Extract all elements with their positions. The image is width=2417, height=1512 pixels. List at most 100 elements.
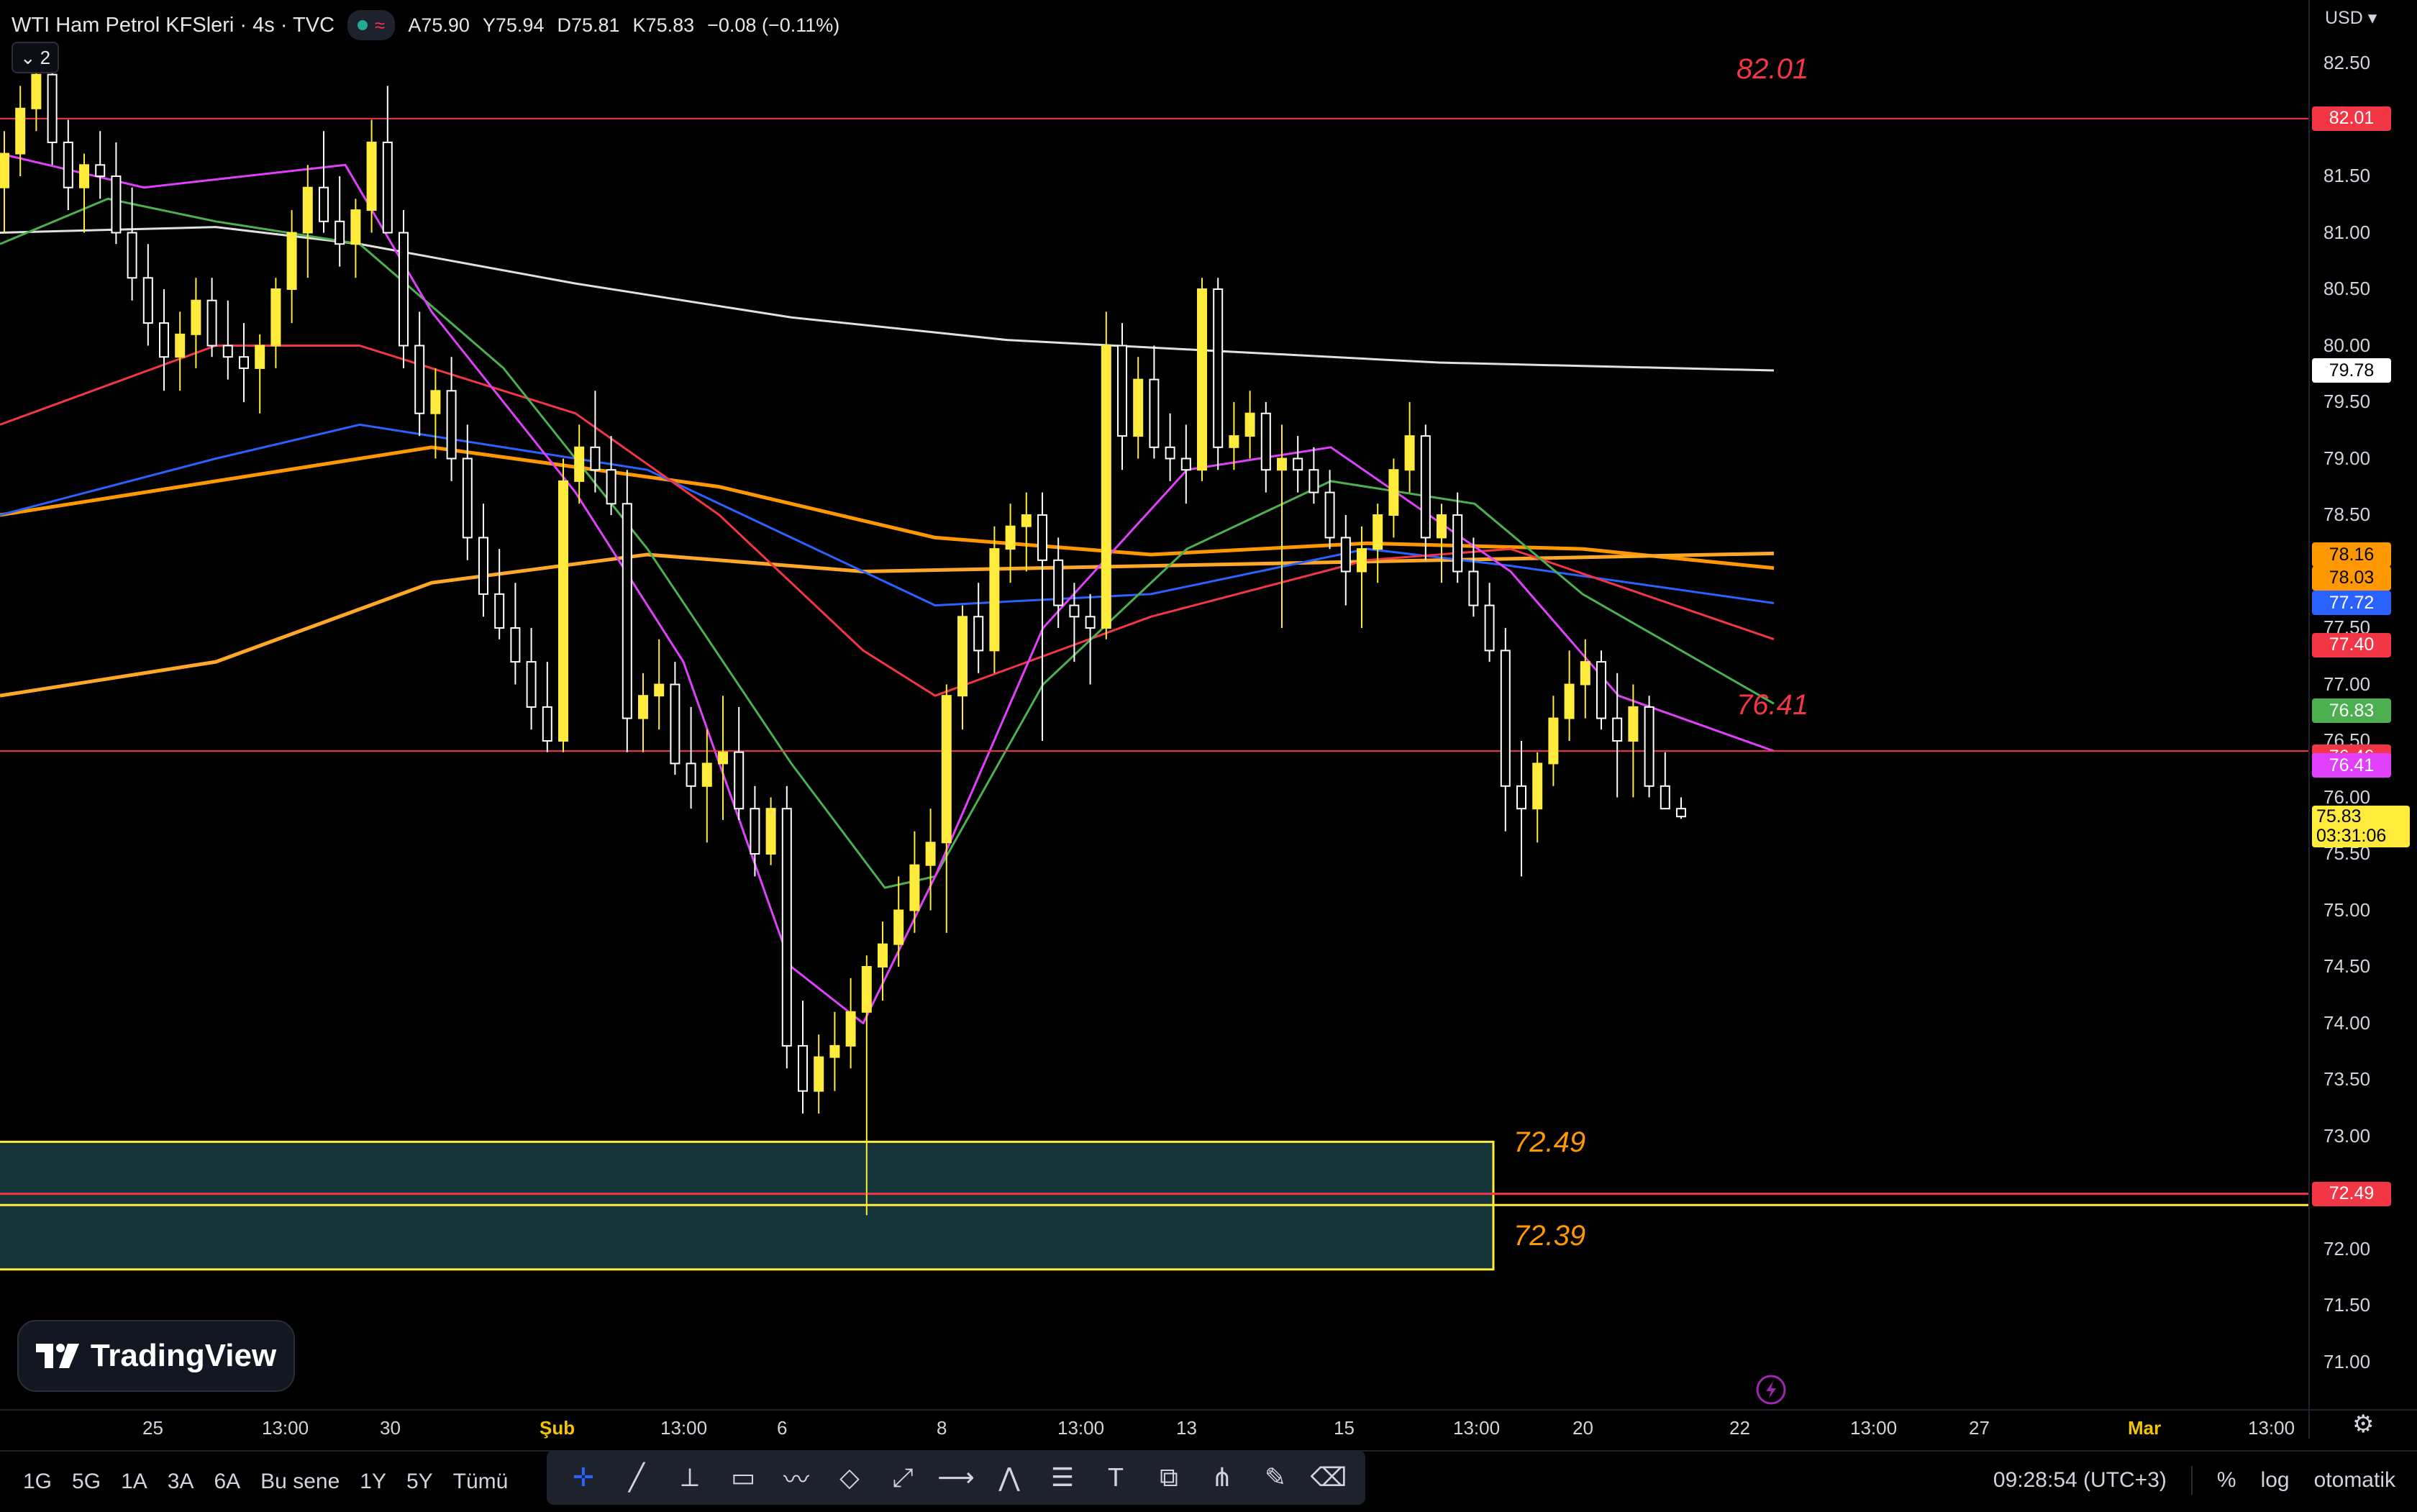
candle xyxy=(542,662,552,752)
candle xyxy=(142,244,153,346)
symbol-title[interactable]: WTI Ham Petrol KFSleri · 4s · TVC xyxy=(12,14,334,37)
candle xyxy=(1005,504,1016,583)
candle xyxy=(319,131,329,233)
currency-selector[interactable]: USD ▾ xyxy=(2325,7,2377,29)
candle xyxy=(1244,391,1255,459)
timeframe-5y[interactable]: 5Y xyxy=(406,1470,433,1494)
price-tag: 72.49 xyxy=(2312,1181,2391,1206)
price-tick: 74.50 xyxy=(2323,955,2371,977)
tradingview-logo[interactable]: TradingView xyxy=(17,1320,295,1392)
candle xyxy=(1133,357,1144,459)
candle xyxy=(510,583,521,685)
candle xyxy=(1644,696,1654,798)
brush-icon[interactable]: 〰 xyxy=(773,1454,820,1501)
price-tag: 76.41 xyxy=(2312,753,2391,778)
price-tick: 79.50 xyxy=(2323,391,2371,412)
market-status-pill[interactable]: ≈ xyxy=(347,10,396,40)
log-toggle[interactable]: log xyxy=(2261,1468,2290,1493)
percent-toggle[interactable]: % xyxy=(2217,1468,2236,1493)
timeframe-1g[interactable]: 1G xyxy=(23,1470,52,1494)
candle xyxy=(989,526,1000,673)
candle xyxy=(159,289,169,391)
current-price: 75.83 xyxy=(2316,806,2362,826)
clock[interactable]: 09:28:54 (UTC+3) xyxy=(1993,1468,2167,1493)
price-tick: 71.00 xyxy=(2323,1350,2371,1372)
price-tick: 74.00 xyxy=(2323,1011,2371,1034)
candle xyxy=(686,706,696,809)
fib-icon[interactable]: ⟂ xyxy=(666,1454,714,1501)
candle xyxy=(1180,424,1191,504)
timeframe-3a[interactable]: 3A xyxy=(168,1470,194,1494)
price-tag: 78.03 xyxy=(2312,565,2391,591)
timeframe-1a[interactable]: 1A xyxy=(121,1470,147,1494)
timeframe-6a[interactable]: 6A xyxy=(214,1470,240,1494)
crosshair-icon[interactable]: ✛ xyxy=(560,1454,607,1501)
rectangle-icon[interactable]: ▭ xyxy=(719,1454,767,1501)
bottom-right-info: 09:28:54 (UTC+3) % log otomatik xyxy=(1993,1450,2395,1511)
ma-blue-line xyxy=(0,423,1775,607)
candle xyxy=(1437,504,1447,583)
candle xyxy=(1373,504,1383,583)
chart-header: WTI Ham Petrol KFSleri · 4s · TVC ≈ A75.… xyxy=(12,7,839,43)
gann-icon[interactable]: ⧉ xyxy=(1145,1454,1193,1501)
auto-toggle[interactable]: otomatik xyxy=(2314,1468,2395,1493)
price-tick: 73.00 xyxy=(2323,1124,2371,1147)
logo-text: TradingView xyxy=(90,1338,277,1373)
candle xyxy=(1564,650,1575,741)
time-tick: 22 xyxy=(1729,1417,1750,1439)
candle xyxy=(909,831,920,933)
time-tick: 6 xyxy=(777,1417,788,1439)
candle xyxy=(1069,583,1080,662)
price-tick: 76.00 xyxy=(2323,785,2371,808)
parallel-channel-icon[interactable]: ☰ xyxy=(1039,1454,1086,1501)
candle xyxy=(1021,492,1032,572)
support-zone xyxy=(0,1140,2309,1271)
candle xyxy=(255,334,265,414)
time-tick: 20 xyxy=(1572,1417,1593,1439)
price-tag: 79.78 xyxy=(2312,358,2391,383)
ma-white-line xyxy=(0,226,1775,372)
candle xyxy=(47,63,58,165)
timeframe-5g[interactable]: 5G xyxy=(72,1470,101,1494)
time-tick: 13:00 xyxy=(1850,1417,1898,1439)
candle xyxy=(670,662,681,775)
candle xyxy=(111,142,122,245)
gear-icon[interactable]: ⚙ xyxy=(2352,1410,2374,1439)
time-tick: 30 xyxy=(380,1417,401,1439)
candle xyxy=(302,165,313,278)
candle xyxy=(845,978,856,1069)
candle xyxy=(957,605,968,730)
candle xyxy=(606,436,616,515)
trendline-icon[interactable]: ╱ xyxy=(613,1454,660,1501)
indicator-collapse-button[interactable]: ⌄ 2 xyxy=(12,42,59,73)
change-value: −0.08 (−0.11%) xyxy=(707,14,840,36)
candle xyxy=(798,1001,808,1114)
polyline-icon[interactable]: ⋀ xyxy=(986,1454,1033,1501)
countdown: 03:31:06 xyxy=(2316,826,2387,846)
pitchfork-icon[interactable]: ⋔ xyxy=(1198,1454,1246,1501)
wave-icon: ≈ xyxy=(375,14,386,36)
time-tick: 25 xyxy=(142,1417,163,1439)
text-icon[interactable]: T xyxy=(1092,1454,1139,1501)
path-icon[interactable]: ⤢ xyxy=(879,1454,927,1501)
ellipse-icon[interactable]: ◇ xyxy=(826,1454,873,1501)
lightning-alert-icon[interactable] xyxy=(1755,1374,1787,1406)
candle xyxy=(1101,311,1111,639)
candle xyxy=(973,583,984,673)
candle xyxy=(239,323,249,402)
timeframe-tümü[interactable]: Tümü xyxy=(453,1470,509,1494)
ray-icon[interactable]: ⟶ xyxy=(932,1454,980,1501)
candle xyxy=(478,504,488,617)
chart-canvas[interactable] xyxy=(0,0,2417,1511)
drawing-tools: ✛ ╱ ⟂ ▭ 〰 ◇ ⤢ ⟶ ⋀ ☰ T ⧉ ⋔ ✎ ⌫ xyxy=(547,1450,1365,1505)
time-tick: 27 xyxy=(1969,1417,1990,1439)
candle xyxy=(1260,402,1271,493)
timeframe-bu-sene[interactable]: Bu sene xyxy=(260,1470,340,1494)
eraser-icon[interactable]: ⌫ xyxy=(1305,1454,1352,1501)
candle xyxy=(941,684,952,933)
timeframe-1y[interactable]: 1Y xyxy=(360,1470,386,1494)
candle xyxy=(350,199,361,278)
candle xyxy=(925,809,936,911)
candle xyxy=(526,628,537,730)
brush2-icon[interactable]: ✎ xyxy=(1252,1454,1299,1501)
